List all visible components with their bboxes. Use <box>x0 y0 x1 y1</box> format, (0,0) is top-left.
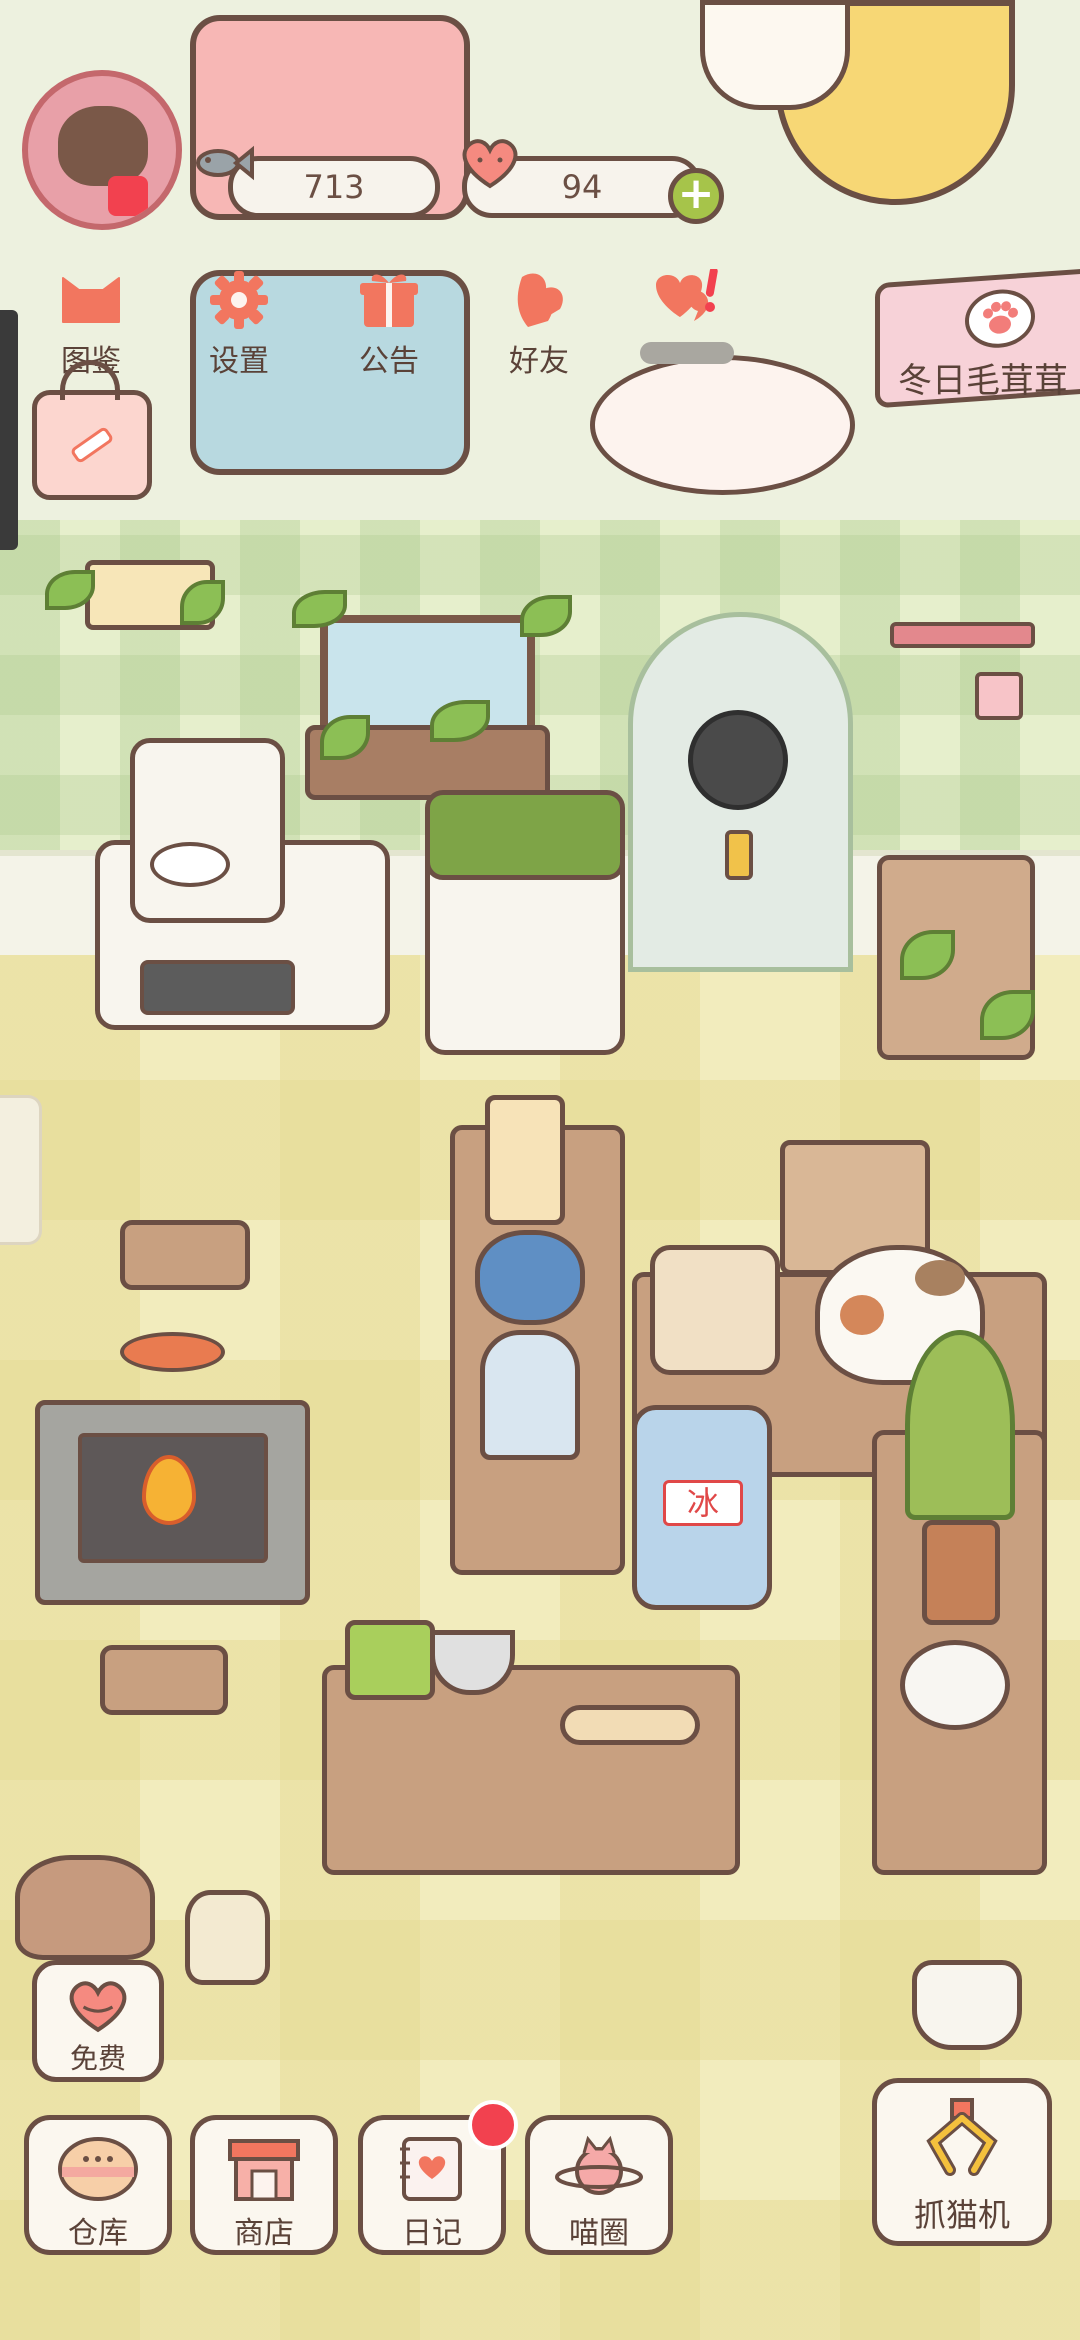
pink-dotted-rug <box>590 355 855 495</box>
coffee-machine[interactable] <box>130 738 285 923</box>
heart-icon <box>37 1975 159 2037</box>
coffee-cup <box>150 842 230 887</box>
friends-button[interactable]: 好友 <box>484 268 594 380</box>
blue-lamp[interactable] <box>480 1330 580 1460</box>
settings-label: 设置 <box>209 344 269 379</box>
fish-icon <box>192 138 254 188</box>
storage-label: 仓库 <box>68 2216 128 2251</box>
diary-notification-badge <box>468 2100 518 2150</box>
cat-patch <box>915 1260 965 1296</box>
panda-toy[interactable] <box>900 1640 1010 1730</box>
notice-button[interactable]: 公告 <box>334 268 444 380</box>
fish-count: 713 <box>303 168 365 206</box>
circle-button[interactable]: 喵圈 <box>525 2115 673 2255</box>
ice-sign: 冰 <box>663 1480 743 1526</box>
mushroom-basket[interactable] <box>650 1245 780 1375</box>
player-avatar[interactable] <box>22 70 182 230</box>
fridge-cloth <box>425 790 625 880</box>
rolling-pin <box>560 1705 700 1745</box>
event-banner-label: 冬日毛茸茸 <box>898 360 1068 401</box>
ice-machine[interactable]: 冰 <box>632 1405 772 1610</box>
messages-button[interactable] <box>632 268 742 364</box>
cat-on-moon[interactable] <box>700 0 850 110</box>
paw-icon <box>965 287 1035 351</box>
circle-label: 喵圈 <box>569 2216 629 2251</box>
claw-machine-label: 抓猫机 <box>913 2196 1010 2234</box>
friends-label: 好友 <box>509 344 569 379</box>
claw-icon <box>877 2095 1047 2190</box>
blender[interactable] <box>485 1095 565 1225</box>
flower-pot <box>345 1620 435 1700</box>
broom <box>185 1890 270 1985</box>
fire-grill[interactable] <box>35 1400 310 1605</box>
fish-counter: 713 <box>228 156 440 218</box>
shop-button[interactable]: 商店 <box>190 2115 338 2255</box>
avatar-cat <box>58 106 148 186</box>
cactus-pot <box>922 1520 1000 1625</box>
edit-mailbox-button[interactable] <box>32 390 152 500</box>
storage-button[interactable]: 仓库 <box>24 2115 172 2255</box>
notice-label: 公告 <box>359 344 419 379</box>
heart-count: 94 <box>561 168 603 206</box>
gift-icon <box>354 268 424 332</box>
message-icon <box>652 268 722 332</box>
wind-chime-tail <box>725 830 753 880</box>
messages-progress-bar <box>640 342 734 364</box>
gear-icon <box>204 268 274 332</box>
small-stool-2 <box>100 1645 228 1715</box>
side-handle[interactable] <box>0 310 18 550</box>
heart-icon <box>455 133 525 193</box>
cat-bed <box>15 1855 155 1960</box>
claw-machine-button[interactable]: 抓猫机 <box>872 2078 1052 2246</box>
utensil-rack <box>890 622 1035 648</box>
diary-label: 日记 <box>402 2216 462 2251</box>
grilled-fish <box>120 1332 225 1372</box>
bowl-icon <box>29 2128 167 2208</box>
free-label: 免费 <box>69 2042 126 2075</box>
event-banner[interactable]: 冬日毛茸茸 <box>875 266 1080 409</box>
small-stool <box>120 1220 250 1290</box>
settings-button[interactable]: 设置 <box>184 268 294 380</box>
free-button[interactable]: 免费 <box>32 1960 164 2082</box>
cat-head-icon <box>56 268 126 332</box>
claw-hook <box>912 1960 1022 2050</box>
planet-icon <box>530 2128 668 2208</box>
hanging-mug <box>975 672 1023 720</box>
side-drawer-tab[interactable] <box>0 1095 42 1245</box>
blue-jar[interactable] <box>475 1230 585 1325</box>
wind-chime[interactable] <box>688 710 788 810</box>
friends-icon <box>504 268 574 332</box>
avatar-gift <box>108 176 148 216</box>
add-hearts-button[interactable]: + <box>668 168 724 224</box>
potted-plant <box>905 1330 1015 1520</box>
shop-label: 商店 <box>234 2216 294 2251</box>
pencil-icon <box>71 427 113 463</box>
shop-icon <box>195 2128 333 2208</box>
oven-window <box>140 960 295 1015</box>
cat-patch <box>840 1295 884 1335</box>
